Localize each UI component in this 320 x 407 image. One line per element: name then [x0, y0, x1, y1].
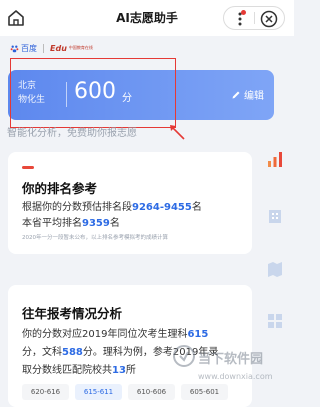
capsule-divider — [254, 12, 255, 24]
edu-name: 中国教育在线 — [68, 45, 93, 50]
close-icon[interactable] — [259, 9, 279, 29]
score-range-chip[interactable]: 610-606 — [128, 384, 175, 400]
rank-range-line: 根据你的分数预估排名段9264-9455名 — [22, 202, 202, 213]
watermark-logo-icon — [173, 345, 195, 367]
grid-icon[interactable] — [266, 312, 284, 330]
building-icon[interactable] — [266, 206, 284, 224]
slogan-text: 智能化分析，免费助你报志愿 — [7, 128, 137, 139]
arts-score-value: 588 — [62, 347, 83, 358]
paw-icon — [10, 45, 19, 52]
baidu-logo: 百度 — [10, 43, 37, 54]
rank-footnote: 2020年一分一段暂未公布，以上排名参考模拟考的成绩计算 — [22, 235, 168, 241]
score-unit: 分 — [122, 93, 132, 104]
annotation-arrow-icon — [170, 125, 185, 140]
accent-dash — [22, 166, 34, 169]
partner-logos: 百度 Edu 中国教育在线 — [10, 40, 93, 56]
school-count-value: 13 — [112, 365, 126, 376]
subject-combo-label: 物化生 — [18, 95, 46, 105]
logo-divider — [43, 43, 44, 53]
avg-rank-line: 本省平均排名9359名 — [22, 218, 120, 229]
score-range-chip-active[interactable]: 615-611 — [75, 384, 122, 400]
history-card-title: 往年报考情况分析 — [22, 306, 123, 321]
card-divider — [66, 82, 67, 107]
pencil-icon — [232, 91, 240, 98]
watermark-brand: 当下软件园 — [198, 352, 264, 367]
bar-chart-icon[interactable] — [266, 150, 284, 168]
top-bar: AI志愿助手 — [0, 0, 294, 36]
notification-dot — [241, 10, 246, 15]
edu-logo: Edu 中国教育在线 — [50, 44, 93, 53]
watermark: 当下软件园 www.downxia.com — [172, 340, 292, 396]
map-icon[interactable] — [266, 260, 284, 278]
province-info: 北京 物化生 — [18, 79, 45, 107]
history-line-1: 你的分数对应2019年同位次考生理科615 — [22, 329, 209, 340]
capsule-menu — [223, 6, 285, 30]
score-range-chip[interactable]: 620-616 — [22, 384, 69, 400]
score-value: 600 — [74, 79, 116, 104]
watermark-url: www.downxia.com — [198, 372, 273, 381]
edit-label: 编辑 — [244, 91, 264, 102]
more-icon[interactable] — [230, 9, 250, 29]
baidu-text: 百度 — [21, 43, 37, 53]
province-label: 北京 — [18, 81, 37, 91]
score-card[interactable]: 北京 物化生 600 分 编辑 — [8, 70, 274, 120]
edu-mark: Edu — [50, 43, 67, 53]
avg-rank-value: 9359 — [82, 218, 110, 229]
rank-reference-card: 你的排名参考 根据你的分数预估排名段9264-9455名 本省平均排名9359名… — [8, 152, 252, 254]
history-line-3: 取分数线匹配院校共13所 — [22, 365, 136, 376]
edit-button[interactable]: 编辑 — [231, 87, 264, 102]
rank-range-value: 9264-9455 — [132, 202, 192, 213]
rank-card-title: 你的排名参考 — [22, 181, 98, 196]
science-score-value: 615 — [187, 329, 209, 340]
